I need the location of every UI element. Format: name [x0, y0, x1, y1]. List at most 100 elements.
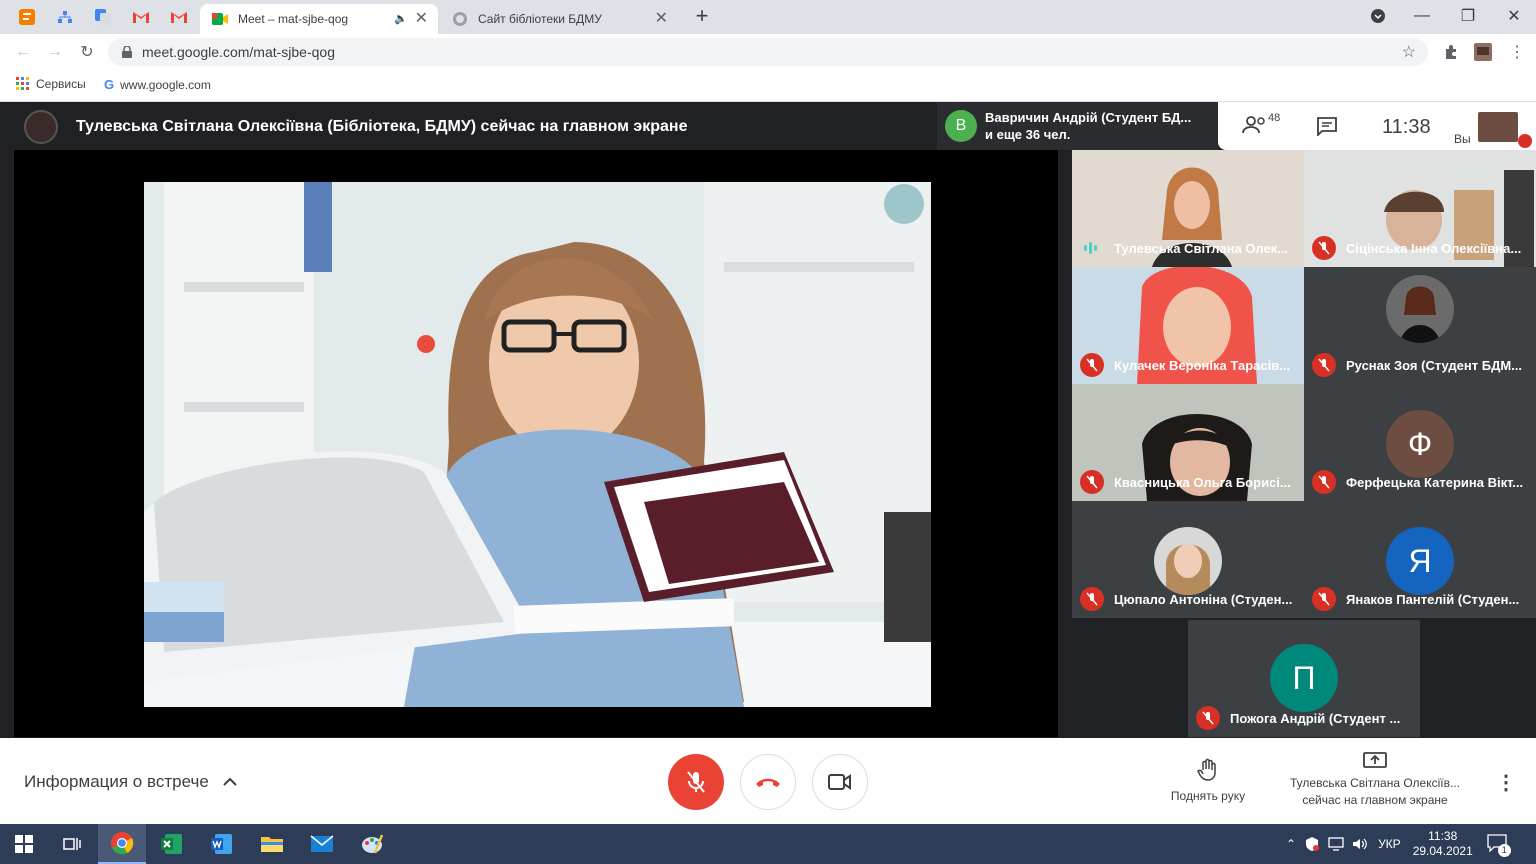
maximize-button[interactable]: ❐	[1450, 4, 1486, 28]
back-button[interactable]: ←	[12, 42, 34, 62]
participant-tile[interactable]: Я Янаков Пантелій (Студен...	[1304, 501, 1536, 618]
muted-mic-icon	[1080, 470, 1104, 494]
participant-grid: Тулевська Світлана Олек... Сіцінська Інн…	[1072, 150, 1536, 737]
taskbar-paint[interactable]	[348, 824, 396, 864]
participant-tile[interactable]: Руснак Зоя (Студент БДМ...	[1304, 267, 1536, 384]
meeting-info-button[interactable]: Информация о встрече	[24, 772, 237, 792]
participant-tile[interactable]: Цюпало Антоніна (Студен...	[1072, 501, 1304, 618]
participant-name: Цюпало Антоніна (Студен...	[1114, 592, 1293, 607]
participant-tile[interactable]: Тулевська Світлана Олек...	[1072, 150, 1304, 267]
meeting-info-label: Информация о встрече	[24, 772, 209, 791]
muted-mic-icon	[1080, 587, 1104, 611]
participant-tile[interactable]: Квасницька Ольга Борисі...	[1072, 384, 1304, 501]
minimize-button[interactable]: —	[1404, 4, 1440, 28]
presenting-status-button[interactable]: Тулевська Світлана Олексіїв... сейчас на…	[1270, 752, 1480, 809]
participant-name: Тулевська Світлана Олек...	[1114, 241, 1289, 256]
url-text: meet.google.com/mat-sjbe-qog	[142, 44, 335, 60]
self-preview[interactable]	[1478, 112, 1518, 142]
new-tab-button[interactable]: +	[684, 3, 720, 28]
taskbar-file-explorer[interactable]	[248, 824, 296, 864]
mic-toggle-button[interactable]	[668, 754, 724, 810]
gmail-icon	[133, 12, 149, 23]
participant-tile[interactable]: Сіцінська Інна Олексіївна...	[1304, 150, 1536, 267]
browser-menu-button[interactable]: ⋮	[1506, 42, 1528, 62]
gmail-icon	[171, 12, 187, 23]
presenter-avatar	[24, 110, 58, 144]
shield-icon[interactable]	[1304, 836, 1320, 852]
meeting-clock: 11:38	[1382, 116, 1431, 138]
taskbar-clock[interactable]: 11:38 29.04.2021	[1413, 829, 1473, 859]
notification-count: 1	[1497, 843, 1511, 857]
participant-name: Янаков Пантелій (Студен...	[1346, 592, 1520, 607]
taskbar-date: 29.04.2021	[1412, 844, 1473, 858]
bookmark-star-icon[interactable]: ☆	[1402, 42, 1416, 62]
muted-mic-icon	[1312, 470, 1336, 494]
bookmark-label: www.google.com	[120, 77, 211, 92]
volume-icon[interactable]	[1352, 837, 1368, 851]
close-icon[interactable]: ✕	[655, 11, 668, 27]
chat-icon	[1317, 117, 1337, 138]
taskbar-chrome[interactable]	[98, 824, 146, 864]
pinned-tab-blogger[interactable]	[12, 5, 42, 29]
pinned-tab-translate[interactable]	[88, 5, 118, 29]
close-window-button[interactable]: ✕	[1496, 4, 1532, 28]
url-bar[interactable]: meet.google.com/mat-sjbe-qog ☆	[108, 38, 1428, 66]
pinned-tab-gmail-1[interactable]	[126, 5, 156, 29]
extensions-icon[interactable]	[1440, 42, 1462, 62]
browser-tab-strip: Meet – mat-sjbe-qog 🔈 ✕ Сайт бібліотеки …	[0, 0, 1536, 34]
paint-palette-icon	[362, 834, 383, 854]
participant-photo-avatar	[1386, 275, 1454, 343]
participant-tile[interactable]: Кулачек Вероніка Тарасів...	[1072, 267, 1304, 384]
speaking-indicator-icon	[1084, 242, 1097, 254]
audio-playing-icon[interactable]: 🔈	[394, 12, 408, 25]
raise-hand-label: Поднять руку	[1170, 789, 1246, 803]
raise-hand-button[interactable]: Поднять руку	[1150, 758, 1266, 803]
tab-library-site[interactable]: Сайт бібліотеки БДМУ ✕	[440, 4, 678, 34]
windows-taskbar: ⌃ УКР 11:38 29.04.2021 1	[0, 824, 1536, 864]
chevron-up-icon[interactable]: ⌃	[1286, 837, 1296, 851]
self-muted-icon	[1518, 134, 1532, 148]
task-view-icon	[63, 838, 81, 850]
participant-name: Сіцінська Інна Олексіївна...	[1346, 241, 1522, 256]
apps-grid-icon	[16, 77, 29, 90]
task-view-button[interactable]	[48, 824, 96, 864]
participants-button[interactable]: 48	[1242, 112, 1280, 134]
bookmark-google[interactable]: G www.google.com	[104, 77, 211, 92]
taskbar-mail[interactable]	[298, 824, 346, 864]
system-tray: ⌃ УКР 11:38 29.04.2021 1	[1286, 824, 1511, 864]
join-notification[interactable]: В Вавричин Андрій (Студент БД... и еще 3…	[937, 102, 1218, 150]
participant-letter-avatar: Ф	[1386, 410, 1454, 478]
address-toolbar: ← → ↻ meet.google.com/mat-sjbe-qog ☆ ⋮	[0, 34, 1536, 70]
presenting-line1: Тулевська Світлана Олексіїв...	[1290, 776, 1460, 790]
close-icon[interactable]: ✕	[415, 11, 428, 27]
leave-call-button[interactable]	[740, 754, 796, 810]
start-button[interactable]	[0, 824, 48, 864]
taskbar-word[interactable]	[198, 824, 246, 864]
more-options-button[interactable]: ⋮	[1496, 770, 1516, 795]
pinned-tab-gmail-2[interactable]	[164, 5, 194, 29]
taskbar-excel[interactable]	[148, 824, 196, 864]
participant-tile[interactable]: П Пожога Андрій (Студент ...	[1188, 620, 1420, 737]
muted-mic-icon	[1080, 353, 1104, 377]
forward-button[interactable]: →	[44, 42, 66, 62]
pinned-tab-sites[interactable]	[50, 5, 80, 29]
tab-search-button[interactable]	[1360, 4, 1396, 28]
tab-meet[interactable]: Meet – mat-sjbe-qog 🔈 ✕	[200, 4, 438, 34]
participant-name: Кулачек Вероніка Тарасів...	[1114, 358, 1291, 373]
participant-tile[interactable]: Ф Ферфецька Катерина Вікт...	[1304, 384, 1536, 501]
hang-up-icon	[756, 778, 780, 787]
bookmark-apps[interactable]: Сервисы	[16, 77, 86, 91]
muted-mic-icon	[1312, 587, 1336, 611]
mail-icon	[310, 835, 334, 852]
camera-toggle-button[interactable]	[812, 754, 868, 810]
muted-mic-icon	[1312, 353, 1336, 377]
chat-button[interactable]	[1316, 116, 1338, 141]
network-icon[interactable]	[1328, 837, 1344, 851]
profile-avatar[interactable]	[1472, 42, 1494, 62]
keyboard-language[interactable]: УКР	[1378, 837, 1401, 851]
participant-name: Пожога Андрій (Студент ...	[1230, 711, 1401, 726]
word-icon	[211, 834, 232, 854]
reload-button[interactable]: ↻	[76, 42, 98, 62]
profile-image-icon	[1474, 43, 1492, 61]
notifications-button[interactable]: 1	[1487, 833, 1511, 857]
